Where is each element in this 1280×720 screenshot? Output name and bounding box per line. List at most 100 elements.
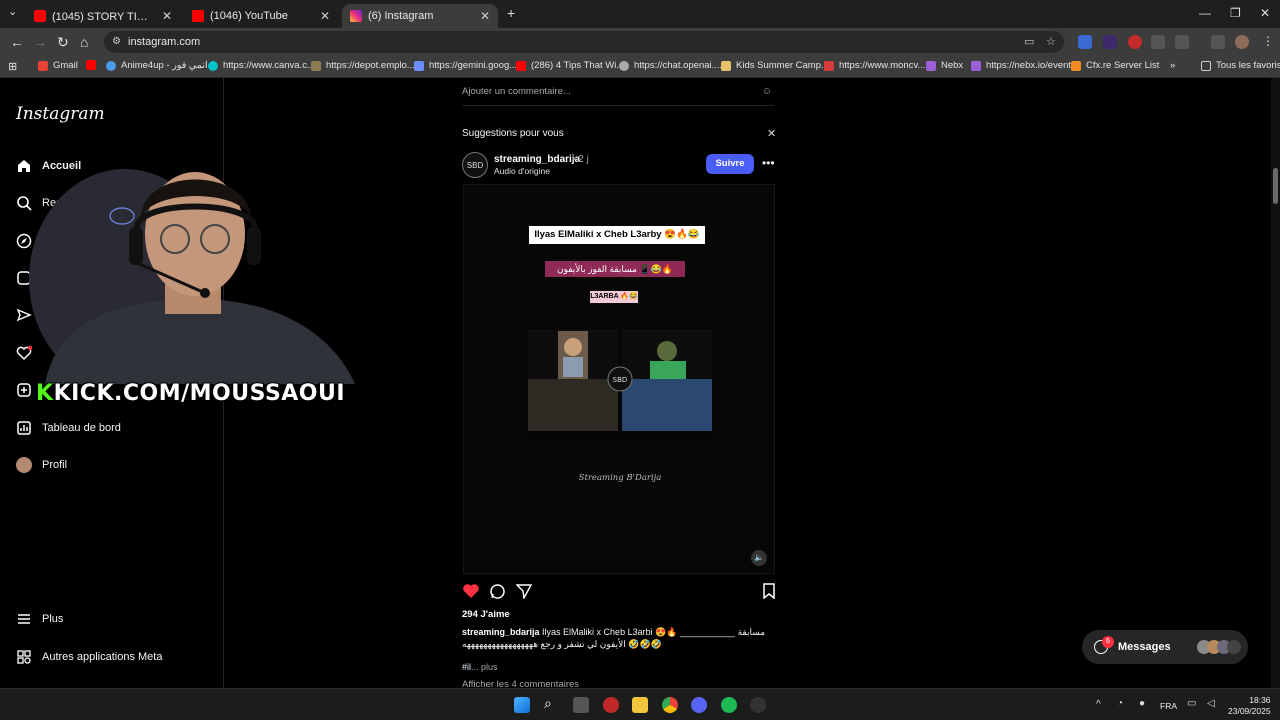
close-icon[interactable]: ✕: [767, 127, 776, 140]
all-favorites[interactable]: Tous les favoris: [1201, 60, 1280, 71]
bookmark-kids-camp[interactable]: Kids Summer Camp...: [721, 60, 829, 71]
youtube-icon: [192, 10, 204, 22]
minimize-icon[interactable]: —: [1199, 6, 1211, 20]
add-comment-input[interactable]: Ajouter un commentaire... ☺: [462, 86, 774, 106]
site-info-icon[interactable]: ⚙: [112, 31, 121, 53]
mic-icon[interactable]: ●: [1139, 698, 1145, 709]
volume-icon[interactable]: 🔈: [751, 550, 767, 566]
sidebar-item-profile[interactable]: Profil: [16, 457, 67, 473]
tab-youtube[interactable]: (1046) YouTube ✕: [184, 4, 338, 28]
bookmark-nebx[interactable]: Nebx: [926, 60, 963, 71]
suggestions-title: Suggestions pour vous: [462, 128, 564, 139]
apps-icon[interactable]: ⊞: [8, 60, 17, 73]
file-explorer-icon[interactable]: [632, 697, 648, 713]
extension-icon[interactable]: [1078, 35, 1092, 49]
close-icon[interactable]: ✕: [480, 9, 490, 23]
volume-icon[interactable]: ◁: [1207, 698, 1215, 709]
extension-icon[interactable]: [1151, 35, 1165, 49]
sidebar-item-meta-apps[interactable]: Autres applications Meta: [16, 649, 162, 665]
network-icon[interactable]: ◔: [1117, 698, 1123, 709]
close-icon[interactable]: ✕: [320, 9, 330, 23]
youtube-icon: [34, 10, 46, 22]
bookmarks-overflow[interactable]: »: [1170, 60, 1175, 71]
spotify-icon[interactable]: [721, 697, 737, 713]
discord-icon[interactable]: [691, 697, 707, 713]
tab-instagram[interactable]: (6) Instagram ✕: [342, 4, 498, 28]
bookmarks-bar: ⊞ Gmail Anime4up - انمي فور... https://w…: [0, 56, 1280, 78]
task-view-icon[interactable]: [573, 697, 589, 713]
close-window-icon[interactable]: ✕: [1260, 6, 1270, 20]
star-icon[interactable]: ☆: [1046, 31, 1056, 53]
reload-icon[interactable]: ↻: [57, 34, 69, 51]
share-icon[interactable]: [515, 583, 533, 604]
post-audio[interactable]: Audio d'origine: [494, 166, 550, 176]
maximize-icon[interactable]: ❐: [1230, 6, 1241, 20]
add-comment-placeholder: Ajouter un commentaire...: [462, 86, 571, 97]
bookmark-depot[interactable]: https://depot.emplo...: [311, 60, 415, 71]
bookmark-moncv[interactable]: https://www.moncv...: [824, 60, 925, 71]
address-bar[interactable]: ⚙ instagram.com ▭ ☆: [104, 31, 1064, 53]
close-icon[interactable]: ✕: [162, 9, 172, 23]
puzzle-icon[interactable]: [1175, 35, 1189, 49]
chrome-icon[interactable]: [662, 697, 678, 713]
instagram-icon: [350, 10, 362, 22]
sidebar-item-more[interactable]: Plus: [16, 611, 63, 627]
caption-username[interactable]: streaming_bdarija: [462, 627, 540, 637]
post-avatar[interactable]: SBD: [462, 152, 488, 178]
wifi-icon[interactable]: ▭: [1187, 698, 1196, 709]
tab-title: (1045) STORY TIME || جع السحور: [52, 10, 156, 23]
post-username[interactable]: streaming_bdarija: [494, 154, 580, 165]
like-heart-icon[interactable]: [462, 583, 480, 604]
bookmark-nebx-event[interactable]: https://nebx.io/event: [971, 60, 1071, 71]
bookmark-anime4up[interactable]: [86, 60, 101, 70]
forward-icon[interactable]: →: [33, 34, 47, 50]
post-video[interactable]: Ilyas ElMaliki x Cheb L3arby 😍🔥😂 مسابقة …: [463, 184, 775, 574]
clock-date: 23/09/2025: [1228, 706, 1271, 716]
install-icon[interactable]: ▭: [1024, 31, 1034, 53]
windows-start-icon[interactable]: [514, 697, 530, 713]
comment-icon[interactable]: [489, 583, 506, 605]
caption-more[interactable]: #il... plus: [462, 662, 498, 672]
instagram-logo[interactable]: Instagram: [16, 104, 105, 124]
bookmark-gemini[interactable]: https://gemini.goog...: [414, 60, 517, 71]
windows-taskbar: ⌕ ^ ◔ ● FRA ▭ ◁ 18:36 23/09/2025: [0, 688, 1280, 720]
bookmark-canva[interactable]: https://www.canva.c...: [208, 60, 315, 71]
back-icon[interactable]: ←: [10, 34, 24, 50]
more-options-icon[interactable]: •••: [762, 156, 775, 170]
tray-chevron-icon[interactable]: ^: [1096, 699, 1101, 710]
tab-search-icon[interactable]: ⌄: [8, 5, 17, 18]
app-icon[interactable]: [603, 697, 619, 713]
follow-button[interactable]: Suivre: [706, 154, 754, 174]
clock[interactable]: 18:36 23/09/2025: [1228, 695, 1271, 717]
like-count[interactable]: 294 J'aime: [462, 609, 510, 620]
caption-hashtag[interactable]: #il: [462, 662, 471, 672]
clock-time: 18:36: [1249, 695, 1271, 705]
app-icon[interactable]: [750, 697, 766, 713]
scrollbar-thumb[interactable]: [1273, 168, 1278, 204]
tab-story-time[interactable]: (1045) STORY TIME || جع السحور ✕: [26, 4, 180, 28]
meta-apps-icon: [16, 649, 32, 665]
sidebar-item-label: Profil: [42, 459, 68, 471]
extension-icon[interactable]: [1128, 35, 1142, 49]
bookmark-gmail[interactable]: Gmail: [38, 60, 78, 71]
bookmark-cfx[interactable]: Cfx.re Server List: [1071, 60, 1159, 71]
messages-avatars: [1196, 640, 1241, 654]
sidebar-item-label: Tableau de bord: [42, 422, 121, 434]
video-watermark: Streaming B'Darija: [578, 473, 662, 483]
sidebar-item-dashboard[interactable]: Tableau de bord: [16, 420, 121, 436]
home-icon[interactable]: ⌂: [80, 34, 88, 50]
new-tab-button[interactable]: +: [507, 5, 515, 21]
media-control-icon[interactable]: [1211, 35, 1225, 49]
bookmark-openai[interactable]: https://chat.openai....: [619, 60, 722, 71]
emoji-icon[interactable]: ☺: [762, 86, 772, 97]
menu-icon[interactable]: ⋮: [1262, 34, 1274, 48]
profile-avatar[interactable]: [1235, 35, 1249, 49]
nebx-icon: [971, 60, 981, 71]
more-link[interactable]: ... plus: [471, 662, 498, 672]
bookmark-anime4up-label[interactable]: Anime4up - انمي فور...: [106, 60, 216, 71]
bookmark-icon[interactable]: [762, 583, 776, 604]
extension-icon[interactable]: [1103, 35, 1117, 49]
language-indicator[interactable]: FRA: [1160, 701, 1177, 711]
bookmark-4tips[interactable]: (286) 4 Tips That Wi...: [516, 60, 624, 71]
search-icon[interactable]: ⌕: [544, 695, 560, 711]
